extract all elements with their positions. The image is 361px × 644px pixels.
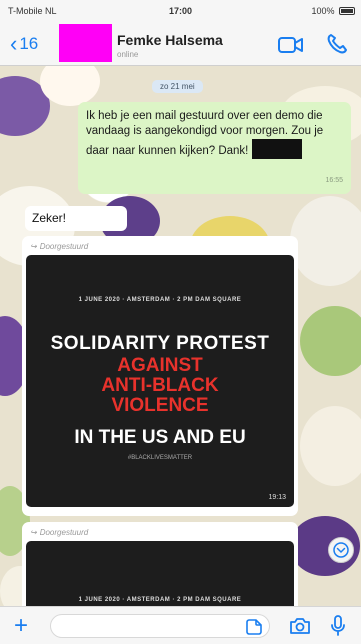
poster-subline: IN THE US AND EU <box>74 427 246 448</box>
sticker-icon[interactable] <box>246 619 262 635</box>
poster2-date-line: 1 JUNE 2020 · AMSTERDAM · 2 PM DAM SQUAR… <box>78 597 242 603</box>
forwarded-label-2: ↪ Doorgestuurd <box>26 526 294 541</box>
unread-count: 16 <box>19 34 39 53</box>
contact-name[interactable]: Femke Halsema <box>117 32 223 48</box>
poster-hashtag: #BLACKLIVESMATTER <box>127 455 193 461</box>
forwarded-image-message-2[interactable]: ↪ Doorgestuurd 1 JUNE 2020 · AMSTERDAM · … <box>22 522 298 612</box>
forward-arrow-icon: ↪ <box>30 528 37 537</box>
poster-red-line-1: AGAINST <box>117 355 203 376</box>
camera-icon[interactable] <box>289 617 311 635</box>
message-input[interactable] <box>50 614 270 638</box>
poster-red-line-2: ANTI-BLACK <box>101 375 219 396</box>
outgoing-message-bubble[interactable]: Ik heb je een mail gestuurd over een dem… <box>78 102 351 194</box>
incoming-message-text: Zeker! <box>32 211 67 225</box>
status-bar: T-Mobile NL 17:00 100% <box>0 0 361 22</box>
redaction-box <box>252 139 303 159</box>
forwarded-text-2: Doorgestuurd <box>39 528 89 537</box>
message-input-bar: + <box>0 606 361 644</box>
date-separator: zo 21 mei <box>152 80 203 93</box>
wallpaper-flower <box>290 196 361 286</box>
back-button[interactable]: ‹ 16 <box>10 31 39 56</box>
clock: 17:00 <box>168 6 193 16</box>
incoming-message-bubble[interactable]: Zeker! <box>25 206 127 231</box>
image-timestamp: 19:13 <box>268 494 286 501</box>
forwarded-image-message[interactable]: ↪ Doorgestuurd 1 JUNE 2020 · AMSTERDAM · … <box>22 236 298 516</box>
forward-arrow-icon: ↪ <box>30 242 37 251</box>
forwarded-label: ↪ Doorgestuurd <box>26 240 294 255</box>
wallpaper-flower <box>300 306 361 376</box>
chevron-left-icon: ‹ <box>10 31 18 56</box>
poster-red-line-3: VIOLENCE <box>111 395 209 416</box>
protest-poster-image-2[interactable]: 1 JUNE 2020 · AMSTERDAM · 2 PM DAM SQUAR… <box>26 541 294 612</box>
chevron-down-icon <box>333 542 349 558</box>
avatar[interactable] <box>59 24 112 62</box>
wallpaper-flower <box>300 406 361 486</box>
battery-indicator: 100% <box>311 6 355 16</box>
battery-percent: 100% <box>311 6 335 16</box>
battery-icon <box>339 7 355 15</box>
chat-header: ‹ 16 Femke Halsema online <box>0 22 361 66</box>
protest-poster-image[interactable]: 1 JUNE 2020 · AMSTERDAM · 2 PM DAM SQUAR… <box>26 255 294 507</box>
microphone-icon[interactable] <box>331 615 345 637</box>
video-call-icon[interactable] <box>278 36 304 54</box>
phone-call-icon[interactable] <box>326 33 348 55</box>
poster-date-line: 1 JUNE 2020 · AMSTERDAM · 2 PM DAM SQUAR… <box>78 297 242 303</box>
forwarded-text: Doorgestuurd <box>39 242 89 251</box>
contact-status: online <box>117 50 139 59</box>
message-timestamp: 16:55 <box>325 177 343 184</box>
scroll-down-button[interactable] <box>328 537 354 563</box>
attach-plus-icon[interactable]: + <box>14 612 28 640</box>
poster-headline: SOLIDARITY PROTEST <box>50 333 270 354</box>
